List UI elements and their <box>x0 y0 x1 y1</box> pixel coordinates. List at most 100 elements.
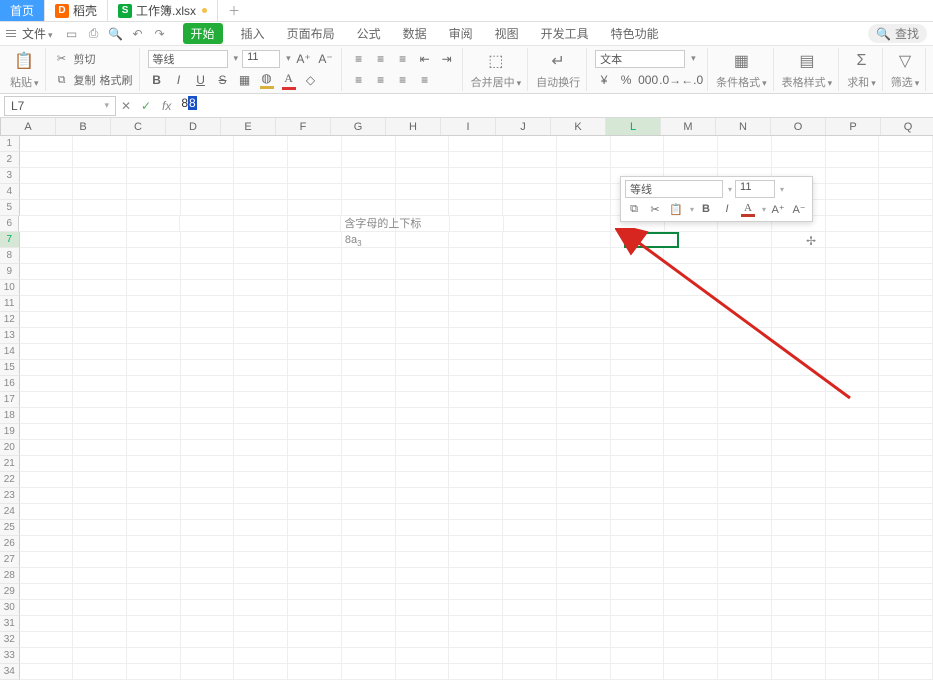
cell-C1[interactable] <box>127 136 181 152</box>
cell-O10[interactable] <box>772 280 826 296</box>
cell-D17[interactable] <box>181 392 235 408</box>
cell-J14[interactable] <box>503 344 557 360</box>
cell-H23[interactable] <box>396 488 450 504</box>
col-head-A[interactable]: A <box>1 118 56 135</box>
cell-J18[interactable] <box>503 408 557 424</box>
cell-Q29[interactable] <box>879 584 933 600</box>
cell-L23[interactable] <box>611 488 665 504</box>
cell-E11[interactable] <box>234 296 288 312</box>
cell-N16[interactable] <box>718 376 772 392</box>
copy-icon[interactable]: ⧉ <box>54 72 70 88</box>
cell-Q4[interactable] <box>879 184 933 200</box>
cell-C19[interactable] <box>127 424 181 440</box>
fontcolor-button[interactable]: A <box>280 71 298 89</box>
cell-P20[interactable] <box>826 440 880 456</box>
cell-J29[interactable] <box>503 584 557 600</box>
cell-K20[interactable] <box>557 440 611 456</box>
cell-C34[interactable] <box>127 664 181 680</box>
cell-E18[interactable] <box>234 408 288 424</box>
mini-cut-icon[interactable]: ✂ <box>646 200 664 218</box>
cell-B20[interactable] <box>73 440 127 456</box>
cell-B26[interactable] <box>73 536 127 552</box>
cell-F10[interactable] <box>288 280 342 296</box>
cell-C16[interactable] <box>127 376 181 392</box>
cell-J34[interactable] <box>503 664 557 680</box>
cell-B7[interactable] <box>73 232 127 248</box>
cell-I10[interactable] <box>449 280 503 296</box>
cell-N18[interactable] <box>718 408 772 424</box>
cell-I25[interactable] <box>449 520 503 536</box>
cell-E15[interactable] <box>234 360 288 376</box>
cell-E8[interactable] <box>234 248 288 264</box>
cell-I20[interactable] <box>449 440 503 456</box>
cell-D32[interactable] <box>181 632 235 648</box>
cell-B4[interactable] <box>73 184 127 200</box>
cell-K11[interactable] <box>557 296 611 312</box>
cell-D16[interactable] <box>181 376 235 392</box>
cell-D4[interactable] <box>181 184 235 200</box>
align-left-icon[interactable]: ≡ <box>350 71 368 89</box>
row-head-32[interactable]: 32 <box>0 632 20 648</box>
row-head-19[interactable]: 19 <box>0 424 20 440</box>
cell-N19[interactable] <box>718 424 772 440</box>
cell-B14[interactable] <box>73 344 127 360</box>
cell-A30[interactable] <box>20 600 74 616</box>
row-head-34[interactable]: 34 <box>0 664 20 680</box>
cell-N11[interactable] <box>718 296 772 312</box>
cell-K33[interactable] <box>557 648 611 664</box>
cell-L19[interactable] <box>611 424 665 440</box>
row-head-9[interactable]: 9 <box>0 264 20 280</box>
cell-O15[interactable] <box>772 360 826 376</box>
cell-P27[interactable] <box>826 552 880 568</box>
cell-G26[interactable] <box>342 536 396 552</box>
cell-M22[interactable] <box>664 472 718 488</box>
cell-H19[interactable] <box>396 424 450 440</box>
cell-G17[interactable] <box>342 392 396 408</box>
cell-K13[interactable] <box>557 328 611 344</box>
cell-J31[interactable] <box>503 616 557 632</box>
cell-B11[interactable] <box>73 296 127 312</box>
cell-Q22[interactable] <box>879 472 933 488</box>
cell-E28[interactable] <box>234 568 288 584</box>
tab-home[interactable]: 首页 <box>0 0 45 21</box>
cell-Q19[interactable] <box>879 424 933 440</box>
cell-D22[interactable] <box>181 472 235 488</box>
cell-F15[interactable] <box>288 360 342 376</box>
cell-B30[interactable] <box>73 600 127 616</box>
tab-data[interactable]: 数据 <box>399 23 431 44</box>
cell-H16[interactable] <box>396 376 450 392</box>
cell-N1[interactable] <box>718 136 772 152</box>
cell-N24[interactable] <box>718 504 772 520</box>
cell-J17[interactable] <box>503 392 557 408</box>
cell-D2[interactable] <box>181 152 235 168</box>
cell-G13[interactable] <box>342 328 396 344</box>
cell-L13[interactable] <box>611 328 665 344</box>
cell-C9[interactable] <box>127 264 181 280</box>
row-head-23[interactable]: 23 <box>0 488 20 504</box>
wrap-button[interactable]: ↵自动换行 <box>530 48 587 91</box>
cell-N30[interactable] <box>718 600 772 616</box>
cell-F11[interactable] <box>288 296 342 312</box>
cell-L34[interactable] <box>611 664 665 680</box>
cell-A9[interactable] <box>20 264 74 280</box>
cell-N8[interactable] <box>718 248 772 264</box>
cell-Q18[interactable] <box>879 408 933 424</box>
cell-G5[interactable] <box>342 200 396 216</box>
cell-I22[interactable] <box>449 472 503 488</box>
cell-L31[interactable] <box>611 616 665 632</box>
cell-E29[interactable] <box>234 584 288 600</box>
cell-H26[interactable] <box>396 536 450 552</box>
cell-O19[interactable] <box>772 424 826 440</box>
cell-A7[interactable] <box>20 232 74 248</box>
cell-L16[interactable] <box>611 376 665 392</box>
cell-L25[interactable] <box>611 520 665 536</box>
cell-B33[interactable] <box>73 648 127 664</box>
cell-A19[interactable] <box>20 424 74 440</box>
formula-input[interactable]: 88 <box>177 96 933 116</box>
cell-K19[interactable] <box>557 424 611 440</box>
cell-F32[interactable] <box>288 632 342 648</box>
cell-E7[interactable] <box>234 232 288 248</box>
cell-G19[interactable] <box>342 424 396 440</box>
cell-C13[interactable] <box>127 328 181 344</box>
cell-D8[interactable] <box>181 248 235 264</box>
